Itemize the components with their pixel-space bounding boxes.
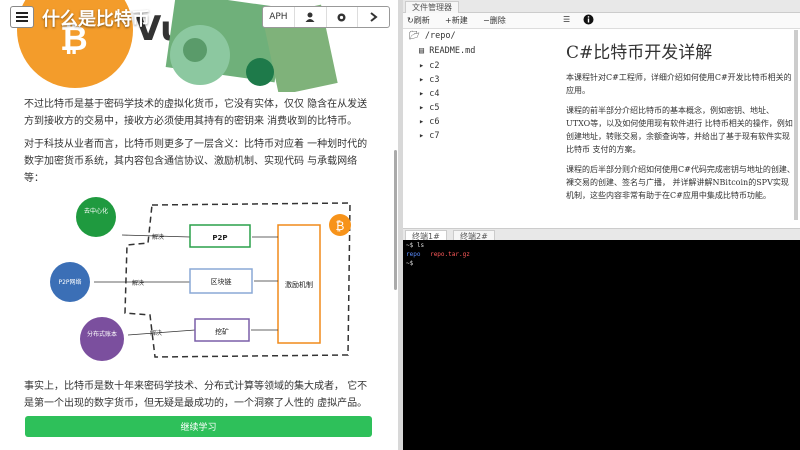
terminal-line: ~$ ls	[406, 242, 425, 249]
user-icon	[305, 12, 315, 22]
tree-root[interactable]: 📂︎ /repo/	[409, 29, 456, 43]
readme-paragraph: 课程的后半部分则介绍如何使用C#代码完成密钥与地址的创建、裸交易的创建、签名与广…	[566, 165, 795, 200]
tree-folder-label: c2	[429, 61, 440, 71]
delete-label: 删除	[489, 16, 506, 25]
chevron-right-icon: ▸	[419, 117, 430, 127]
tree-folder[interactable]: ▸ c7	[419, 129, 440, 143]
arrow-label: 解决	[132, 279, 144, 287]
site-header: 什么是比特币 APH	[0, 0, 398, 34]
tree-folder-label: c5	[429, 103, 440, 113]
page-title: 什么是比特币	[42, 9, 150, 30]
arrow-label: 解决	[150, 329, 162, 337]
hamburger-icon	[16, 16, 28, 18]
file-manager-toolbar: ↻刷新 +新建 −删除 ☰	[403, 13, 800, 29]
tree-folder[interactable]: ▸ c3	[419, 73, 440, 87]
tree-folder-label: c3	[429, 75, 440, 85]
plus-icon: +	[445, 16, 452, 25]
refresh-label: 刷新	[413, 16, 430, 25]
workspace-pane: 文件管理器 ↻刷新 +新建 −删除 ☰ 📂︎ /repo/ ▤ README.m…	[403, 0, 800, 450]
terminal-archive: repo.tar.gz	[430, 251, 470, 258]
scrollbar[interactable]	[794, 30, 798, 220]
info-icon	[583, 14, 594, 25]
chevron-right-icon: ▸	[419, 75, 430, 85]
chevron-right-icon	[370, 12, 378, 22]
terminal-prompt: ~$	[406, 260, 414, 267]
arrow-label: 解决	[152, 233, 164, 241]
box-label: 挖矿	[215, 327, 229, 336]
readme-paragraph: 本课程针对C#工程师，详细介绍如何使用C#开发比特币相关的应用。	[566, 73, 792, 95]
tree-file-readme[interactable]: ▤ README.md	[419, 44, 475, 58]
scrollbar-thumb[interactable]	[394, 150, 397, 290]
tree-folder[interactable]: ▸ c6	[419, 115, 440, 129]
tree-folder[interactable]: ▸ c4	[419, 87, 440, 101]
concept-label: 去中心化	[84, 207, 108, 215]
tree-root-label: /repo/	[424, 31, 456, 41]
tree-folder[interactable]: ▸ c2	[419, 59, 440, 73]
article-paragraph: 对于科技从业者而言，比特币则更多了一层含义：比特币对应着 一种划时代的数字加密货…	[24, 139, 368, 184]
screen: ₿ Vu 什么是比特币 APH 不过比特币是基于密码学技术的虚拟化货币，它没有实…	[0, 0, 800, 450]
gear-icon	[337, 13, 346, 21]
chevron-right-icon: ▸	[419, 131, 430, 141]
concept-circle-distributed-ledger	[80, 317, 124, 361]
article-paragraph: 不过比特币是基于密码学技术的虚拟化货币，它没有实体，仅仅 隐含在从发送方到接收方…	[24, 99, 368, 127]
chevron-right-icon: ▸	[419, 103, 430, 113]
box-label: P2P	[212, 234, 227, 242]
next-button[interactable]	[358, 7, 389, 27]
concept-label: 分布式账本	[87, 330, 117, 338]
user-button[interactable]	[295, 7, 327, 27]
new-button[interactable]: +新建	[445, 15, 468, 26]
continue-learning-button[interactable]: 继续学习	[25, 416, 372, 437]
list-icon: ☰	[563, 15, 571, 24]
chevron-right-icon: ▸	[419, 61, 430, 71]
chevron-right-icon: ▸	[419, 89, 430, 99]
refresh-button[interactable]: ↻刷新	[407, 15, 430, 26]
bitcoin-diagram: 去中心化 P2P网络 分布式账本 解决 解决 解决 P2P 区块链 挖矿 激励机…	[50, 197, 351, 361]
readme-title: C#比特币开发详解	[566, 43, 713, 63]
menu-button[interactable]	[10, 6, 34, 28]
tab-file-manager[interactable]: 文件管理器	[405, 1, 459, 13]
article-body: 不过比特币是基于密码学技术的虚拟化货币，它没有实体，仅仅 隐含在从发送方到接收方…	[24, 96, 374, 193]
tree-folder-label: c6	[429, 117, 440, 127]
readme-preview: C#比特币开发详解 本课程针对C#工程师，详细介绍如何使用C#开发比特币相关的应…	[558, 38, 796, 226]
terminal[interactable]: ~$ ls repo repo.tar.gz ~$	[403, 240, 800, 450]
concept-label: P2P网络	[58, 278, 81, 286]
tutorial-pane: ₿ Vu 什么是比特币 APH 不过比特币是基于密码学技术的虚拟化货币，它没有实…	[0, 0, 398, 450]
folder-open-icon: 📂︎	[409, 31, 420, 41]
info-button[interactable]	[583, 14, 594, 27]
file-tree: 📂︎ /repo/ ▤ README.md ▸ c2 ▸ c3 ▸ c4 ▸ c…	[403, 29, 553, 227]
box-label: 区块链	[211, 277, 232, 286]
terminal-tabbar: 终端1# 终端2#	[403, 228, 800, 242]
minus-icon: −	[483, 16, 490, 25]
new-label: 新建	[451, 16, 468, 25]
box-label: 激励机制	[285, 280, 313, 289]
settings-button[interactable]	[327, 7, 359, 27]
readme-paragraph: 课程的前半部分介绍比特币的基本概念，例如密钥、地址、UTXO等，以及如何使用现有…	[566, 106, 793, 154]
article-paragraph: 事实上，比特币是数十年来密码学技术、分布式计算等领域的集大成者， 它不是第一个出…	[24, 381, 368, 409]
concept-circle-decentralized	[76, 197, 116, 237]
terminal-dir: repo	[406, 251, 421, 258]
tree-folder-label: c7	[429, 131, 440, 141]
tree-file-label: README.md	[429, 46, 476, 56]
delete-button[interactable]: −删除	[483, 15, 506, 26]
list-view-button[interactable]: ☰	[563, 15, 570, 24]
refresh-icon: ↻	[407, 16, 414, 25]
tree-folder[interactable]: ▸ c5	[419, 101, 440, 115]
tree-folder-label: c4	[429, 89, 440, 99]
bitcoin-logo-glyph: ₿	[336, 219, 345, 233]
file-icon: ▤	[419, 46, 430, 56]
api-button[interactable]: APH	[263, 7, 295, 27]
header-toolbar: APH	[262, 6, 390, 28]
terminal-line: repo repo.tar.gz	[406, 250, 797, 259]
file-manager-tabbar: 文件管理器	[403, 0, 800, 13]
